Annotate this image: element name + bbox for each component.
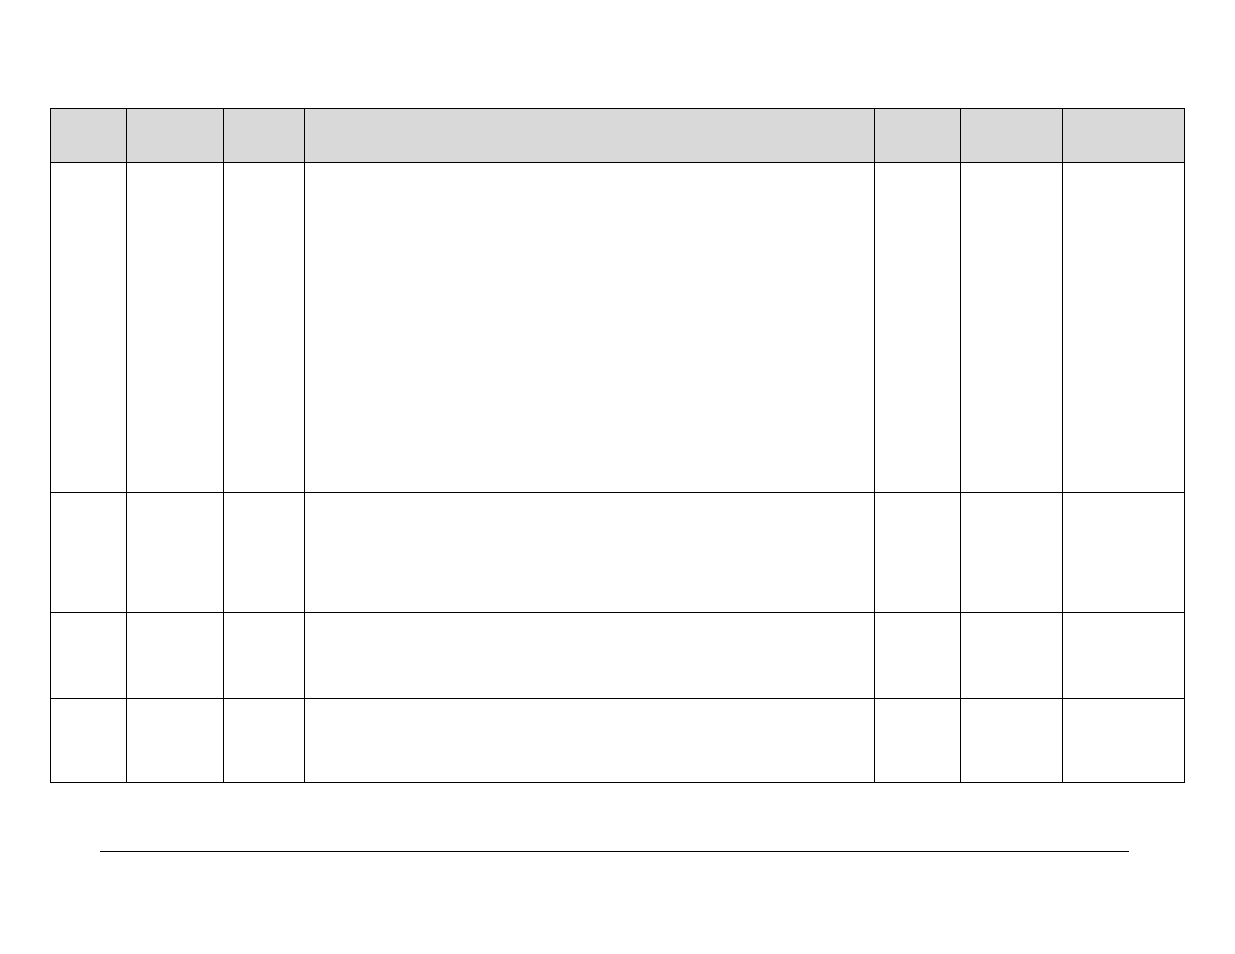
table-cell [223,493,304,613]
table-cell [1062,163,1184,493]
table-cell [127,163,224,493]
table-cell [305,163,875,493]
header-cell-7 [1062,109,1184,163]
table-cell [961,493,1063,613]
header-cell-3 [223,109,304,163]
table-cell [305,613,875,699]
table-cell [874,493,960,613]
page-container [50,108,1185,852]
table-cell [305,699,875,783]
table-row [51,493,1185,613]
table-cell [874,699,960,783]
table-header [51,109,1185,163]
table-cell [51,613,127,699]
header-cell-6 [961,109,1063,163]
table-cell [1062,493,1184,613]
table-cell [961,699,1063,783]
table-cell [223,699,304,783]
data-table [50,108,1185,783]
table-row [51,613,1185,699]
table-body [51,163,1185,783]
table-cell [127,699,224,783]
header-cell-2 [127,109,224,163]
table-cell [1062,613,1184,699]
table-cell [51,163,127,493]
table-cell [127,493,224,613]
table-cell [1062,699,1184,783]
table-cell [127,613,224,699]
footer-divider [100,851,1129,852]
table-cell [51,493,127,613]
table-cell [223,163,304,493]
header-row [51,109,1185,163]
table-cell [874,163,960,493]
table-cell [874,613,960,699]
table-cell [223,613,304,699]
table-cell [961,613,1063,699]
table-cell [305,493,875,613]
table-cell [961,163,1063,493]
table-row [51,699,1185,783]
header-cell-1 [51,109,127,163]
table-cell [51,699,127,783]
header-cell-4 [305,109,875,163]
table-row [51,163,1185,493]
header-cell-5 [874,109,960,163]
